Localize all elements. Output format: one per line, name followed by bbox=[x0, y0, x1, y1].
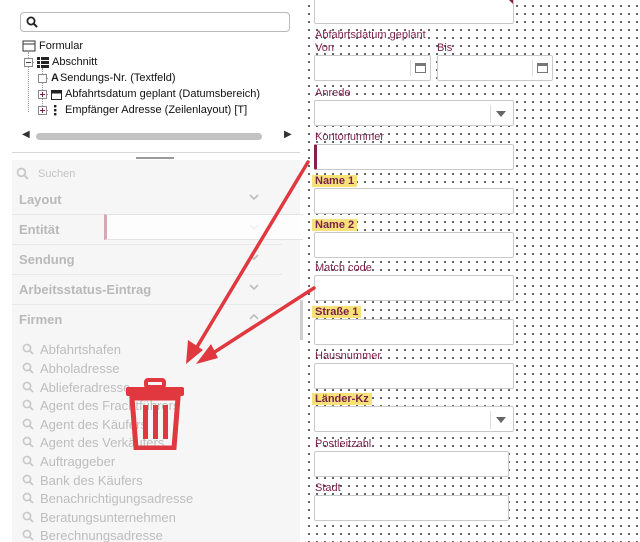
tree-node-abschnitt[interactable]: Abschnitt bbox=[24, 54, 97, 70]
list-item[interactable]: Berechnungsadresse bbox=[22, 526, 163, 542]
matchcode-label: Match code bbox=[315, 262, 372, 274]
anrede-select[interactable] bbox=[314, 100, 514, 126]
name2-label: Name 2 bbox=[312, 219, 358, 231]
rowlayout-icon bbox=[54, 104, 57, 115]
search-icon bbox=[22, 455, 34, 467]
kontonummer-label: Kontonummer bbox=[315, 131, 385, 143]
tree-search-input[interactable] bbox=[20, 12, 290, 32]
kontonummer-input[interactable] bbox=[314, 144, 514, 170]
expand-icon[interactable] bbox=[38, 89, 47, 99]
leaf-box-icon bbox=[38, 73, 47, 83]
list-item[interactable]: Auftraggeber bbox=[22, 452, 115, 470]
hausnummer-label: Hausnummer bbox=[315, 350, 382, 362]
von-date-input[interactable] bbox=[314, 55, 431, 81]
search-icon bbox=[22, 399, 34, 411]
stadt-label: Stadt bbox=[315, 482, 341, 494]
tree-node-sendungs-nr[interactable]: A Sendungs-Nr. (Textfeld) bbox=[38, 70, 176, 86]
category-arbeitsstatus[interactable]: Arbeitsstatus-Eintrag bbox=[19, 282, 151, 302]
textfield-icon: A bbox=[51, 72, 59, 84]
collapse-icon[interactable] bbox=[24, 57, 33, 67]
section-icon bbox=[37, 56, 49, 68]
calendar-icon[interactable] bbox=[410, 60, 426, 76]
sendungs-nr-field[interactable] bbox=[314, 0, 514, 24]
tree-node-label: Formular bbox=[39, 40, 84, 52]
tree-node-label: Abschnitt bbox=[52, 56, 98, 68]
tree-node-label: Abfahrtsdatum geplant (Datumsbereich) bbox=[65, 88, 261, 100]
laenderkz-label: Länder-Kz bbox=[312, 393, 372, 405]
list-item[interactable]: Benachrichtigungsadresse bbox=[22, 489, 193, 507]
form-icon bbox=[22, 40, 36, 52]
laenderkz-select[interactable] bbox=[314, 406, 514, 432]
search-icon bbox=[22, 362, 34, 374]
stadt-input[interactable] bbox=[314, 495, 509, 521]
dragged-field-ghost bbox=[104, 214, 304, 240]
category-sendung[interactable]: Sendung bbox=[19, 252, 75, 272]
abfahrtsdatum-label: Abfahrtsdatum geplant bbox=[315, 29, 426, 41]
category-firmen[interactable]: Firmen bbox=[19, 312, 62, 332]
search-icon bbox=[22, 381, 34, 393]
toolbox-search-input[interactable]: Suchen bbox=[14, 164, 284, 184]
chevron-down-icon[interactable] bbox=[496, 111, 506, 117]
name1-label: Name 1 bbox=[312, 175, 358, 187]
search-icon bbox=[26, 16, 38, 28]
tree-node-abfahrtsdatum[interactable]: Abfahrtsdatum geplant (Datumsbereich) bbox=[38, 86, 260, 102]
form-canvas: Abfahrtsdatum geplant Von Bis Anrede Kon… bbox=[303, 0, 640, 542]
postleitzahl-input[interactable] bbox=[314, 451, 509, 477]
calendar-icon[interactable] bbox=[532, 60, 548, 76]
matchcode-input[interactable] bbox=[314, 275, 514, 301]
chevron-down-icon[interactable] bbox=[249, 252, 259, 262]
bis-date-input[interactable] bbox=[437, 55, 553, 81]
list-item[interactable]: Abfahrtshafen bbox=[22, 340, 121, 358]
structure-tree: Formular Abschnitt A Sendungs-Nr. (Textf… bbox=[14, 0, 298, 150]
search-icon bbox=[22, 511, 34, 523]
anrede-label: Anrede bbox=[315, 87, 351, 99]
chevron-down-icon[interactable] bbox=[249, 192, 259, 202]
tree-node-label: Sendungs-Nr. (Textfeld) bbox=[59, 72, 176, 84]
postleitzahl-label: Postleitzahl bbox=[315, 438, 372, 450]
tree-horizontal-scrollbar[interactable]: ◀ ▶ bbox=[20, 129, 296, 143]
strasse1-label: Straße 1 bbox=[312, 306, 362, 318]
name2-input[interactable] bbox=[314, 232, 514, 258]
search-icon bbox=[22, 474, 34, 486]
category-layout[interactable]: Layout bbox=[19, 192, 62, 212]
scrollbar-thumb[interactable] bbox=[36, 133, 262, 140]
chevron-down-icon[interactable] bbox=[249, 282, 259, 292]
search-icon bbox=[16, 167, 29, 180]
hausnummer-input[interactable] bbox=[314, 363, 514, 389]
tree-node-formular[interactable]: Formular bbox=[22, 38, 83, 54]
search-icon bbox=[22, 492, 34, 504]
category-entitaet[interactable]: Entität bbox=[19, 222, 59, 242]
trash-icon bbox=[126, 378, 184, 450]
chevron-up-icon[interactable] bbox=[249, 312, 259, 322]
selected-corner-icon bbox=[506, 0, 513, 4]
search-icon bbox=[22, 436, 34, 448]
tree-node-empfaenger[interactable]: Empfänger Adresse (Zeilenlayout) [T] bbox=[38, 102, 247, 118]
daterange-icon bbox=[51, 89, 62, 100]
splitter-grip[interactable] bbox=[136, 157, 174, 159]
left-panel: Formular Abschnitt A Sendungs-Nr. (Textf… bbox=[0, 0, 304, 542]
expand-icon[interactable] bbox=[38, 105, 47, 115]
scroll-right-icon[interactable]: ▶ bbox=[284, 129, 292, 140]
search-icon bbox=[22, 343, 34, 355]
name1-input[interactable] bbox=[314, 188, 514, 214]
von-label: Von bbox=[315, 42, 334, 54]
chevron-down-icon[interactable] bbox=[496, 417, 506, 423]
search-icon bbox=[22, 529, 34, 541]
list-item[interactable]: Beratungsunternehmen bbox=[22, 508, 176, 526]
list-item[interactable]: Abholadresse bbox=[22, 359, 120, 377]
scroll-left-icon[interactable]: ◀ bbox=[22, 129, 30, 140]
tree-node-label: Empfänger Adresse (Zeilenlayout) [T] bbox=[65, 104, 248, 116]
panel-splitter[interactable] bbox=[12, 152, 300, 160]
form-designer: Formular Abschnitt A Sendungs-Nr. (Textf… bbox=[0, 0, 640, 542]
strasse1-input[interactable] bbox=[314, 319, 514, 345]
list-item[interactable]: Bank des Käufers bbox=[22, 471, 143, 489]
bis-label: Bis bbox=[437, 42, 453, 54]
list-item[interactable]: Ablieferadresse bbox=[22, 378, 130, 396]
search-icon bbox=[22, 418, 34, 430]
search-placeholder: Suchen bbox=[38, 168, 76, 180]
